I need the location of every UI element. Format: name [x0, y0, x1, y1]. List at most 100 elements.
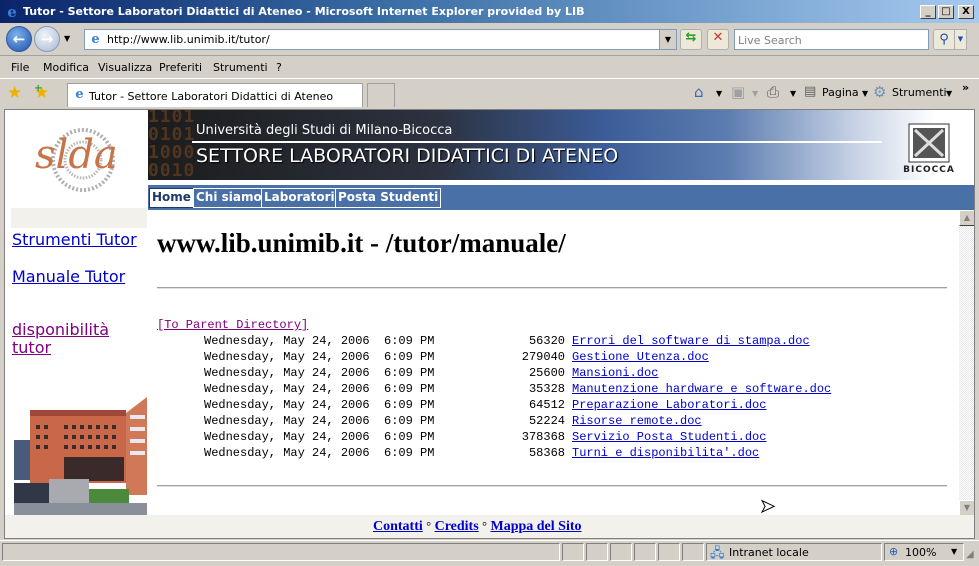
zoom-control[interactable]: ⊕ 100% ▼: [884, 543, 964, 561]
address-bar[interactable]: e http://www.lib.unimib.it/tutor/ ▼: [84, 29, 677, 50]
page-menu-dropdown[interactable]: ▼: [862, 89, 868, 98]
rss-feed-icon[interactable]: ▣: [731, 84, 745, 100]
menu-preferiti[interactable]: Preferiti: [159, 61, 202, 74]
tools-menu-dropdown[interactable]: ▼: [946, 89, 952, 98]
sidebar-link-disponibilita-tutor[interactable]: disponibilità tutor: [12, 321, 122, 357]
footer-link-contatti[interactable]: Contatti: [373, 519, 423, 534]
close-button[interactable]: X: [958, 5, 974, 19]
search-placeholder: Live Search: [738, 34, 802, 47]
menu-help[interactable]: ?: [276, 61, 282, 74]
page-menu-button[interactable]: Pagina: [822, 86, 859, 99]
chevron-more-icon[interactable]: »: [962, 81, 969, 94]
file-date: Wednesday, May 24, 2006 6:09 PM: [204, 398, 435, 412]
minimize-button[interactable]: _: [920, 5, 936, 19]
print-dropdown[interactable]: ▼: [790, 89, 796, 98]
resize-grip-icon[interactable]: ◢: [966, 549, 974, 560]
footer-separator: °: [426, 519, 432, 533]
file-row: Wednesday, May 24, 2006 6:09 PM 52224 Riso…: [157, 414, 702, 430]
add-favorite-icon[interactable]: ★ +: [34, 83, 49, 103]
divider-bottom: [157, 485, 947, 487]
nav-home[interactable]: Home: [149, 188, 194, 208]
site-navigation: Home Chi siamo Laboratori Posta Studenti: [148, 185, 974, 210]
vertical-scrollbar[interactable]: ▲ ▼: [959, 210, 974, 516]
tab-label: Tutor - Settore Laboratori Didattici di …: [89, 90, 334, 103]
feed-dropdown[interactable]: ▼: [752, 89, 758, 98]
file-size: 25600: [528, 366, 565, 380]
status-text-panel: [2, 543, 560, 561]
print-icon[interactable]: ⎙: [767, 84, 779, 100]
ie-page-icon: e: [75, 87, 84, 102]
nav-posta-studenti[interactable]: Posta Studenti: [335, 188, 442, 208]
file-row: Wednesday, May 24, 2006 6:09 PM 64512 Prep…: [157, 398, 766, 414]
footer-link-credits[interactable]: Credits: [435, 519, 479, 534]
back-button[interactable]: ←: [6, 26, 32, 52]
status-panel: [682, 543, 704, 561]
menu-modifica[interactable]: Modifica: [43, 61, 89, 74]
divider-top: [157, 287, 947, 289]
address-dropdown-icon[interactable]: ▼: [659, 30, 676, 49]
address-input[interactable]: http://www.lib.unimib.it/tutor/: [107, 33, 270, 46]
forward-button[interactable]: →: [34, 26, 60, 52]
file-date: Wednesday, May 24, 2006 6:09 PM: [204, 382, 435, 396]
window-title: Tutor - Settore Laboratori Didattici di …: [23, 5, 585, 18]
tools-menu-button[interactable]: Strumenti: [892, 86, 947, 99]
file-link[interactable]: Mansioni.doc: [572, 366, 658, 380]
file-row: Wednesday, May 24, 2006 6:09 PM 35328 Manu…: [157, 382, 831, 398]
footer-link-mappa[interactable]: Mappa del Sito: [490, 519, 581, 534]
tab-active[interactable]: e Tutor - Settore Laboratori Didattici d…: [67, 83, 363, 107]
search-button[interactable]: ⚲: [933, 29, 955, 50]
search-icon: ⚲: [939, 32, 949, 47]
file-size: 58368: [528, 446, 565, 460]
nav-laboratori[interactable]: Laboratori: [261, 188, 338, 208]
page-icon: e: [91, 32, 100, 47]
new-tab-button[interactable]: [367, 83, 395, 107]
file-link[interactable]: Manutenzione hardware e software.doc: [572, 382, 831, 396]
home-icon[interactable]: ⌂: [694, 84, 704, 100]
menu-file[interactable]: File: [11, 61, 29, 74]
nav-chi-siamo[interactable]: Chi siamo: [193, 188, 265, 208]
title-bar: e Tutor - Settore Laboratori Didattici d…: [0, 0, 979, 24]
parent-directory-link[interactable]: [To Parent Directory]: [157, 318, 308, 332]
file-row: Wednesday, May 24, 2006 6:09 PM 56320 Erro…: [157, 334, 810, 350]
status-panel: [634, 543, 656, 561]
mouse-cursor-icon: ➤: [759, 496, 776, 518]
ie-logo-icon: e: [7, 3, 17, 21]
scroll-down-button[interactable]: ▼: [959, 500, 974, 516]
sidebar-link-strumenti-tutor[interactable]: Strumenti Tutor: [12, 230, 137, 249]
menu-bar: File Modifica Visualizza Preferiti Strum…: [0, 57, 979, 79]
scroll-up-button[interactable]: ▲: [959, 210, 974, 226]
sidebar-link-manuale-tutor[interactable]: Manuale Tutor: [12, 267, 125, 286]
navigation-bar: ← → ▼ e http://www.lib.unimib.it/tutor/ …: [0, 24, 979, 56]
file-link[interactable]: Preparazione Laboratori.doc: [572, 398, 766, 412]
home-dropdown[interactable]: ▼: [716, 89, 722, 98]
bicocca-emblem[interactable]: BICOCCA: [903, 118, 955, 174]
maximize-button[interactable]: □: [938, 5, 954, 19]
search-input[interactable]: Live Search: [734, 29, 929, 50]
site-banner: 1101 0101 1000 0010 Università degli Stu…: [148, 110, 974, 180]
stop-button[interactable]: ✕: [707, 29, 729, 50]
page-title: www.lib.unimib.it - /tutor/manuale/: [157, 228, 566, 258]
recent-pages-dropdown[interactable]: ▼: [64, 34, 70, 43]
file-size: 378368: [521, 430, 565, 444]
status-bar: 🖧 Intranet locale ⊕ 100% ▼ ◢: [0, 540, 979, 563]
sidebar-spacer: [11, 208, 147, 228]
file-link[interactable]: Servizio Posta Studenti.doc: [572, 430, 766, 444]
file-link[interactable]: Risorse remote.doc: [572, 414, 702, 428]
file-link[interactable]: Gestione Utenza.doc: [572, 350, 709, 364]
menu-strumenti[interactable]: Strumenti: [213, 61, 268, 74]
search-options-dropdown[interactable]: ▼: [955, 29, 967, 50]
file-link[interactable]: Errori del software di stampa.doc: [572, 334, 810, 348]
zoom-dropdown-icon[interactable]: ▼: [951, 547, 957, 556]
logo-text: slda: [35, 132, 118, 178]
slda-logo[interactable]: slda: [27, 116, 127, 202]
magnifier-icon: ⊕: [889, 545, 899, 558]
refresh-button[interactable]: ⇆: [680, 29, 702, 50]
file-size: 52224: [528, 414, 565, 428]
page-menu-icon: ▤: [804, 84, 817, 99]
file-size: 56320: [528, 334, 565, 348]
favorites-star-icon[interactable]: ★: [7, 83, 22, 103]
file-row: Wednesday, May 24, 2006 6:09 PM 25600 Mans…: [157, 366, 658, 382]
file-link[interactable]: Turni e disponibilita'.doc: [572, 446, 759, 460]
security-zone[interactable]: 🖧 Intranet locale: [706, 543, 882, 561]
menu-visualizza[interactable]: Visualizza: [98, 61, 152, 74]
